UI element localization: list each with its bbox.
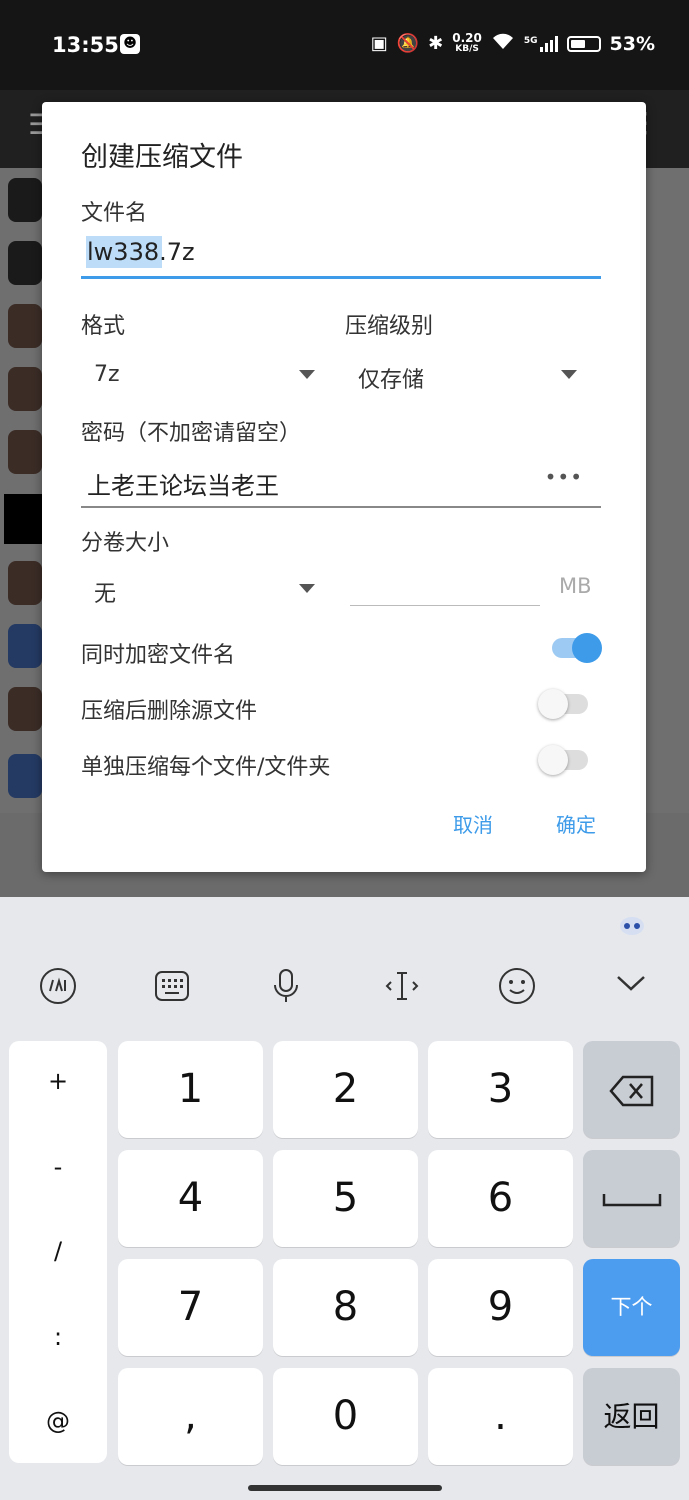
split-size-input[interactable] (350, 562, 540, 606)
home-indicator[interactable] (248, 1485, 442, 1491)
symbol-column: + - / : @ (9, 1041, 107, 1463)
archive-icon (8, 430, 42, 474)
key-6[interactable]: 6 (428, 1150, 573, 1247)
document-icon (8, 624, 42, 668)
archive-icon (8, 561, 42, 605)
symbol-key[interactable]: @ (9, 1407, 107, 1435)
encrypt-names-switch[interactable] (550, 631, 602, 665)
mute-icon: 🔕 (396, 33, 420, 54)
split-label: 分卷大小 (81, 531, 170, 556)
symbol-key[interactable]: / (9, 1237, 107, 1265)
space-button[interactable] (583, 1150, 680, 1247)
password-label: 密码（不加密请留空） (81, 421, 302, 446)
folder-icon (8, 178, 42, 222)
thumbnail (4, 494, 42, 544)
cell-signal-icon: 5G (524, 35, 558, 52)
filename-label: 文件名 (81, 201, 148, 226)
backspace-icon (608, 1075, 653, 1107)
handwriting-icon[interactable] (35, 967, 81, 1013)
battery-percent: 53% (609, 32, 655, 55)
level-select[interactable]: 仅存储 (358, 352, 580, 396)
key-5[interactable]: 5 (273, 1150, 418, 1247)
filename-value: lw338.7z (87, 238, 195, 266)
chevron-down-icon (561, 370, 577, 379)
emoji-icon[interactable] (494, 967, 540, 1013)
assistant-icon[interactable] (618, 915, 646, 937)
wifi-icon (491, 32, 515, 55)
battery-icon (566, 35, 601, 52)
key-comma[interactable]: , (118, 1368, 263, 1465)
chevron-down-icon (299, 370, 315, 379)
chevron-down-icon (299, 584, 315, 593)
keyboard: + - / : @ 1 2 3 4 5 6 7 8 9 下个 , 0 . 返回 (0, 897, 689, 1500)
document-icon (8, 754, 42, 798)
microphone-icon[interactable] (263, 967, 309, 1013)
encrypt-names-label: 同时加密文件名 (81, 643, 236, 668)
cancel-button[interactable]: 取消 (453, 809, 493, 838)
dialog-title: 创建压缩文件 (81, 142, 243, 173)
delete-source-switch[interactable] (538, 687, 590, 721)
split-unit: MB (559, 574, 592, 598)
split-value: 无 (94, 582, 117, 607)
password-value: 上老王论坛当老王 (87, 472, 279, 500)
net-speed: 0.20 KB/S (452, 30, 482, 54)
separate-label: 单独压缩每个文件/文件夹 (81, 755, 331, 780)
archive-icon (8, 304, 42, 348)
status-time: 13:55 (52, 33, 119, 57)
backspace-button[interactable] (583, 1041, 680, 1138)
format-label: 格式 (81, 314, 126, 339)
space-icon (602, 1194, 661, 1207)
cursor-move-icon[interactable] (379, 967, 425, 1013)
folder-icon (8, 241, 42, 285)
status-bar: 13:55 ☻ ▣ 🔕 ✱ 0.20 KB/S 5G 53% (0, 0, 689, 90)
format-select[interactable]: 7z (94, 352, 316, 396)
status-icons: ▣ 🔕 ✱ 0.20 KB/S 5G 53% (371, 32, 655, 55)
level-value: 仅存储 (358, 368, 425, 393)
symbol-key[interactable]: + (9, 1067, 107, 1095)
delete-source-label: 压缩后删除源文件 (81, 699, 258, 724)
key-8[interactable]: 8 (273, 1259, 418, 1356)
chevron-down-icon[interactable] (608, 967, 654, 1013)
key-1[interactable]: 1 (118, 1041, 263, 1138)
next-button[interactable]: 下个 (583, 1259, 680, 1356)
separate-switch[interactable] (538, 743, 590, 777)
symbol-key[interactable]: - (9, 1153, 107, 1181)
key-0[interactable]: 0 (273, 1368, 418, 1465)
nfc-icon: ▣ (370, 33, 388, 54)
key-dot[interactable]: . (428, 1368, 573, 1465)
return-button[interactable]: 返回 (583, 1368, 680, 1465)
level-label: 压缩级别 (345, 314, 434, 339)
password-visibility-icon[interactable]: ••• (545, 465, 583, 489)
format-value: 7z (94, 362, 120, 387)
key-2[interactable]: 2 (273, 1041, 418, 1138)
password-input[interactable]: 上老王论坛当老王 ••• (81, 460, 601, 508)
key-7[interactable]: 7 (118, 1259, 263, 1356)
qq-icon: ☻ (120, 34, 140, 54)
key-3[interactable]: 3 (428, 1041, 573, 1138)
key-9[interactable]: 9 (428, 1259, 573, 1356)
bluetooth-icon: ✱ (428, 33, 444, 54)
archive-icon (8, 367, 42, 411)
keyboard-icon[interactable] (149, 967, 195, 1013)
filename-input[interactable]: lw338.7z (81, 230, 601, 279)
keyboard-toolbar (0, 967, 689, 1013)
symbol-key[interactable]: : (9, 1323, 107, 1351)
archive-icon (8, 687, 42, 731)
key-4[interactable]: 4 (118, 1150, 263, 1247)
split-select[interactable]: 无 (94, 566, 316, 610)
create-archive-dialog: 创建压缩文件 文件名 lw338.7z 格式 7z 压缩级别 仅存储 密码（不加… (42, 102, 646, 872)
ok-button[interactable]: 确定 (556, 809, 596, 838)
